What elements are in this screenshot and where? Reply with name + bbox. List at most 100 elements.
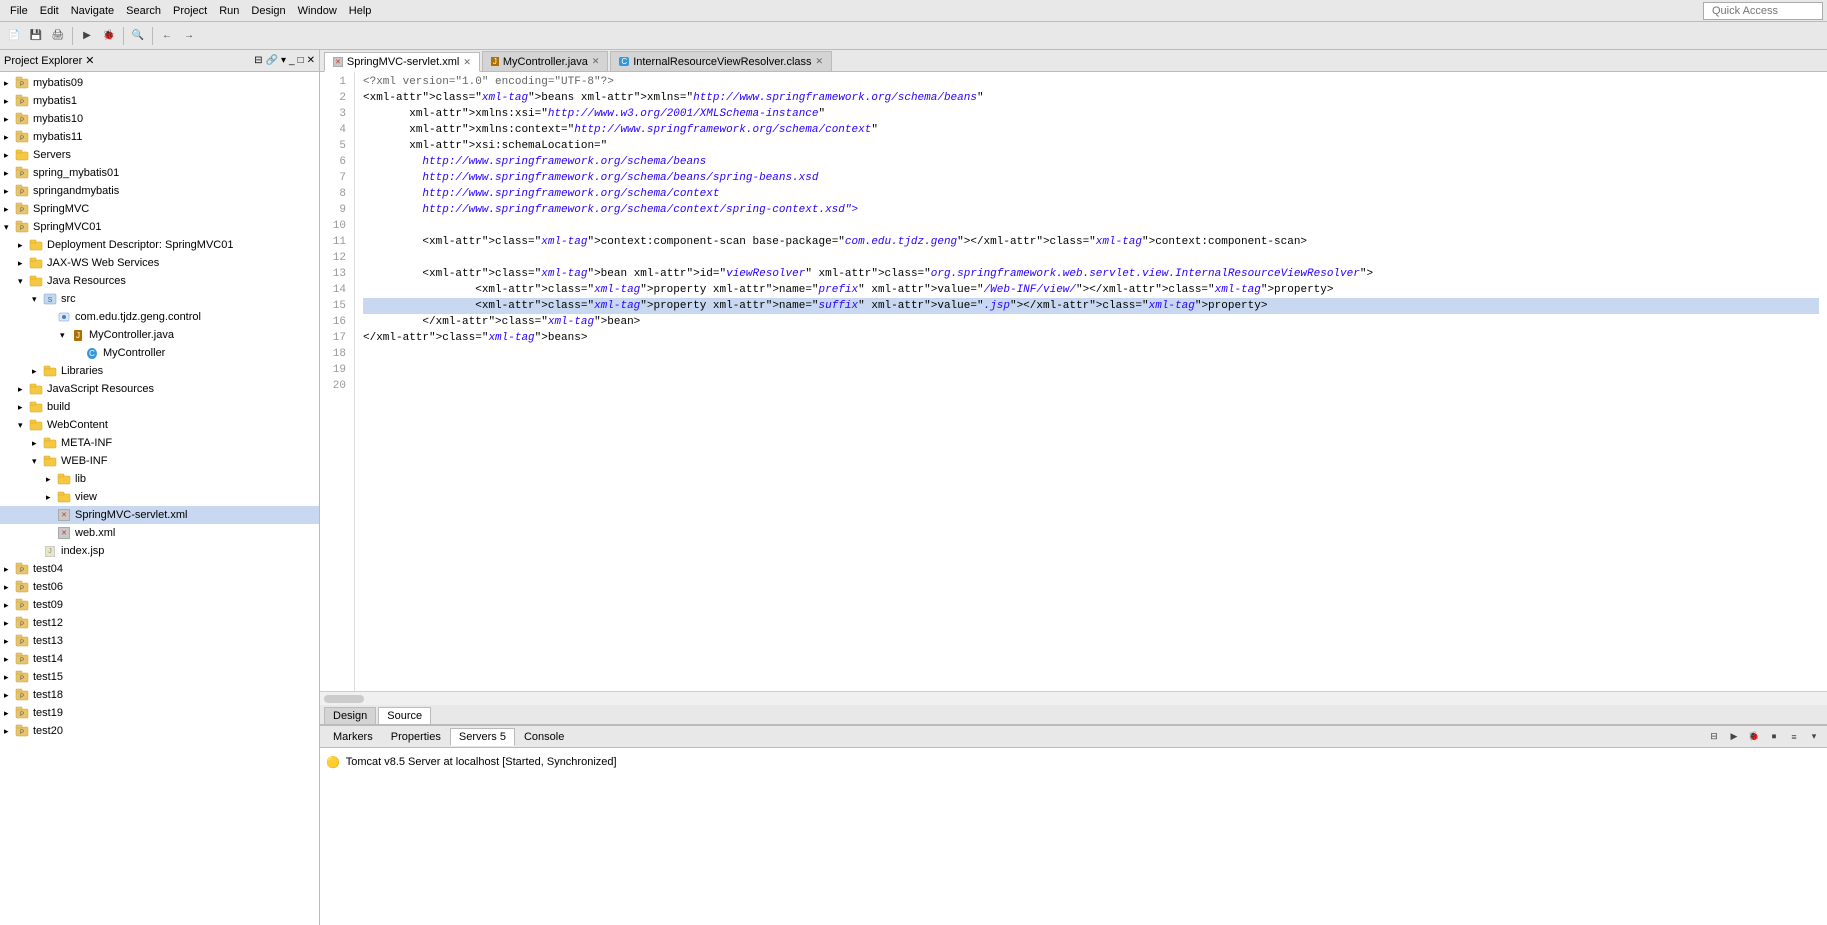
tree-arrow-test06[interactable]: ▸: [4, 582, 14, 593]
menu-edit[interactable]: Edit: [34, 5, 65, 17]
tree-item-spring_mybatis01[interactable]: ▸Pspring_mybatis01: [0, 164, 319, 182]
minimize-icon[interactable]: _: [289, 55, 295, 66]
tree-item-Libraries[interactable]: ▸Libraries: [0, 362, 319, 380]
tree-item-JAXWSWebServices[interactable]: ▸JAX-WS Web Services: [0, 254, 319, 272]
save-btn[interactable]: 💾: [26, 26, 46, 46]
server-row[interactable]: 🟡Tomcat v8.5 Server at localhost [Starte…: [324, 752, 1823, 772]
tree-item-test14[interactable]: ▸Ptest14: [0, 650, 319, 668]
tree-item-build[interactable]: ▸build: [0, 398, 319, 416]
tree-arrow-test12[interactable]: ▸: [4, 618, 14, 629]
tree-arrow-mybatis1[interactable]: ▸: [4, 96, 14, 107]
bottom-action-btn-3[interactable]: ⏹: [1765, 728, 1783, 746]
collapse-all-icon[interactable]: ⊟: [254, 55, 262, 66]
tree-item-src[interactable]: ▾Ssrc: [0, 290, 319, 308]
menu-run[interactable]: Run: [213, 5, 245, 17]
bottom-action-btn-0[interactable]: ⊟: [1705, 728, 1723, 746]
ds-tab-source[interactable]: Source: [378, 707, 431, 724]
tree-item-mybatis11[interactable]: ▸Pmybatis11: [0, 128, 319, 146]
search-btn[interactable]: 🔍: [128, 26, 148, 46]
quick-access-input[interactable]: [1703, 2, 1823, 20]
editor-tab-MyController-java[interactable]: J MyController.java ✕: [482, 51, 609, 71]
bottom-action-btn-4[interactable]: ≡: [1785, 728, 1803, 746]
bottom-tab-servers[interactable]: Servers 5: [450, 728, 515, 746]
editor-tab-InternalResourceViewResolver-class[interactable]: C InternalResourceViewResolver.class ✕: [610, 51, 832, 71]
tree-item-test12[interactable]: ▸Ptest12: [0, 614, 319, 632]
tree-item-test15[interactable]: ▸Ptest15: [0, 668, 319, 686]
run-btn[interactable]: ▶: [77, 26, 97, 46]
tree-arrow-test14[interactable]: ▸: [4, 654, 14, 665]
tree-item-test06[interactable]: ▸Ptest06: [0, 578, 319, 596]
tree-item-view[interactable]: ▸view: [0, 488, 319, 506]
view-menu-icon[interactable]: ▾: [281, 55, 286, 66]
bottom-tab-properties[interactable]: Properties: [382, 728, 450, 746]
tab-close-icon[interactable]: ✕: [816, 56, 824, 67]
tree-arrow-mybatis11[interactable]: ▸: [4, 132, 14, 143]
tree-item-MyController[interactable]: CMyController: [0, 344, 319, 362]
tree-arrow-mybatis10[interactable]: ▸: [4, 114, 14, 125]
tree-arrow-WEB-INF[interactable]: ▾: [32, 456, 42, 467]
tree-item-test19[interactable]: ▸Ptest19: [0, 704, 319, 722]
tree-arrow-SpringMVC01[interactable]: ▾: [4, 222, 14, 233]
menu-window[interactable]: Window: [292, 5, 343, 17]
tree-arrow-src[interactable]: ▾: [32, 294, 42, 305]
new-file-btn[interactable]: 📄: [4, 26, 24, 46]
hscroll-thumb[interactable]: [324, 695, 364, 703]
tree-item-test09[interactable]: ▸Ptest09: [0, 596, 319, 614]
tree-item-JavaResources[interactable]: ▾Java Resources: [0, 272, 319, 290]
tree-arrow-lib[interactable]: ▸: [46, 474, 56, 485]
tree-item-mybatis1[interactable]: ▸Pmybatis1: [0, 92, 319, 110]
tree-arrow-test18[interactable]: ▸: [4, 690, 14, 701]
bottom-action-btn-2[interactable]: 🐞: [1745, 728, 1763, 746]
tree-arrow-mybatis09[interactable]: ▸: [4, 78, 14, 89]
tree-arrow-springandmybatis[interactable]: ▸: [4, 186, 14, 197]
menu-navigate[interactable]: Navigate: [65, 5, 120, 17]
print-btn[interactable]: 🖨: [48, 26, 68, 46]
tree-item-mybatis10[interactable]: ▸Pmybatis10: [0, 110, 319, 128]
bottom-action-btn-1[interactable]: ▶: [1725, 728, 1743, 746]
tree-arrow-test20[interactable]: ▸: [4, 726, 14, 737]
tree-item-com.edu.tjdz.geng.control[interactable]: com.edu.tjdz.geng.control: [0, 308, 319, 326]
tree-item-lib[interactable]: ▸lib: [0, 470, 319, 488]
bottom-action-btn-5[interactable]: ▾: [1805, 728, 1823, 746]
tree-arrow-JAXWSWebServices[interactable]: ▸: [18, 258, 28, 269]
tree-item-SpringMVC[interactable]: ▸PSpringMVC: [0, 200, 319, 218]
tree-arrow-Servers[interactable]: ▸: [4, 150, 14, 161]
horizontal-scrollbar[interactable]: [320, 691, 1827, 705]
bottom-tab-console[interactable]: Console: [515, 728, 573, 746]
tree-item-mybatis09[interactable]: ▸Pmybatis09: [0, 74, 319, 92]
tree-item-WebContent[interactable]: ▾WebContent: [0, 416, 319, 434]
tree-arrow-test15[interactable]: ▸: [4, 672, 14, 683]
tree-arrow-Libraries[interactable]: ▸: [32, 366, 42, 377]
code-lines[interactable]: <?xml version="1.0" encoding="UTF-8"?><x…: [355, 72, 1827, 691]
prev-btn[interactable]: ←: [157, 26, 177, 46]
tree-arrow-JavaScriptResources[interactable]: ▸: [18, 384, 28, 395]
tree-item-MyController.java[interactable]: ▾JMyController.java: [0, 326, 319, 344]
tree-arrow-view[interactable]: ▸: [46, 492, 56, 503]
tree-arrow-JavaResources[interactable]: ▾: [18, 276, 28, 287]
link-editor-icon[interactable]: 🔗: [266, 55, 278, 66]
maximize-icon[interactable]: □: [298, 55, 304, 66]
code-editor[interactable]: 1234567891011121314151617181920 <?xml ve…: [320, 72, 1827, 705]
tree-item-test18[interactable]: ▸Ptest18: [0, 686, 319, 704]
tab-close-icon[interactable]: ✕: [463, 57, 471, 68]
next-btn[interactable]: →: [179, 26, 199, 46]
ds-tab-design[interactable]: Design: [324, 707, 376, 724]
tree-arrow-WebContent[interactable]: ▾: [18, 420, 28, 431]
tree-item-WEB-INF[interactable]: ▾WEB-INF: [0, 452, 319, 470]
tree-item-META-INF[interactable]: ▸META-INF: [0, 434, 319, 452]
tree-arrow-test13[interactable]: ▸: [4, 636, 14, 647]
tree-arrow-SpringMVC[interactable]: ▸: [4, 204, 14, 215]
tree-arrow-META-INF[interactable]: ▸: [32, 438, 42, 449]
bottom-tab-markers[interactable]: Markers: [324, 728, 382, 746]
debug-btn[interactable]: 🐞: [99, 26, 119, 46]
tree-arrow-test09[interactable]: ▸: [4, 600, 14, 611]
tree-arrow-test04[interactable]: ▸: [4, 564, 14, 575]
tree-arrow-test19[interactable]: ▸: [4, 708, 14, 719]
menu-file[interactable]: File: [4, 5, 34, 17]
menu-project[interactable]: Project: [167, 5, 213, 17]
tab-close-icon[interactable]: ✕: [592, 56, 600, 67]
tree-item-SpringMVC-servlet.xml[interactable]: ✕SpringMVC-servlet.xml: [0, 506, 319, 524]
tree-item-Servers[interactable]: ▸Servers: [0, 146, 319, 164]
tree-item-web.xml[interactable]: ✕web.xml: [0, 524, 319, 542]
menu-design[interactable]: Design: [245, 5, 291, 17]
